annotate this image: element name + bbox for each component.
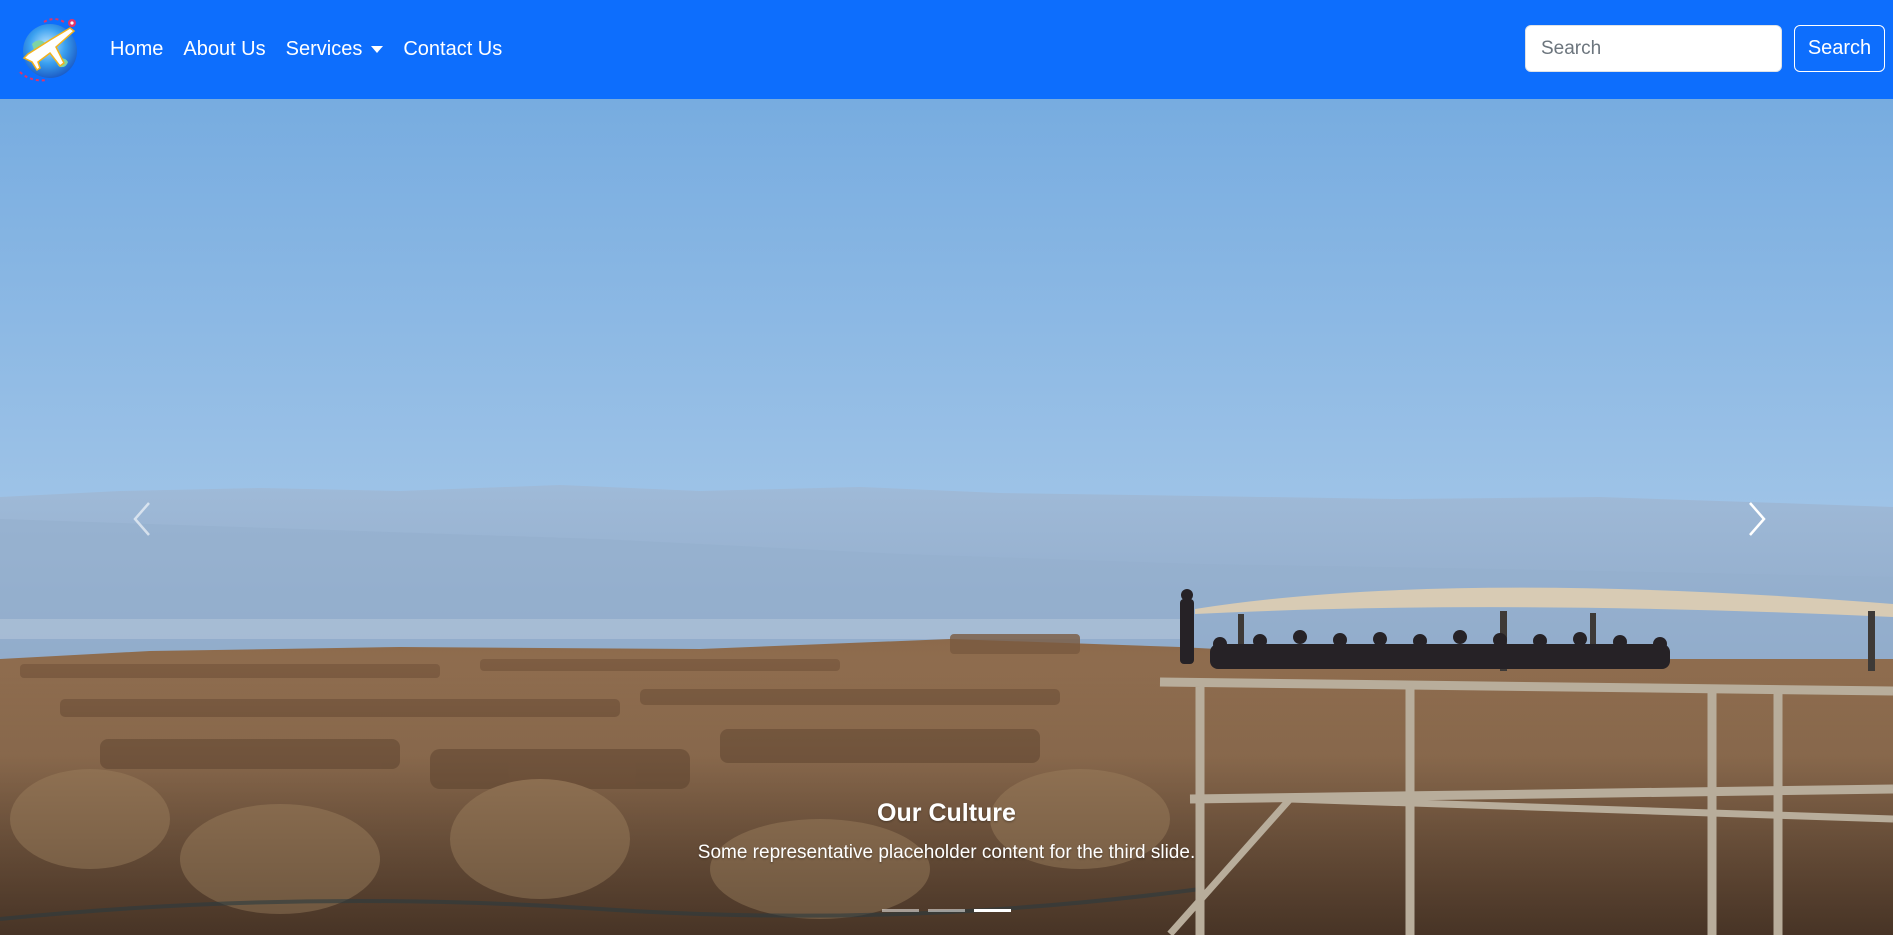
carousel-indicator-1[interactable]: [882, 905, 919, 915]
nav-link-label: About Us: [183, 38, 266, 60]
search-input[interactable]: [1525, 25, 1782, 72]
carousel-indicator-2[interactable]: [928, 905, 965, 915]
nav-link-contact-us[interactable]: Contact Us: [393, 38, 512, 61]
nav-link-about-us[interactable]: About Us: [173, 38, 275, 61]
carousel-prev-button[interactable]: [112, 479, 172, 559]
chevron-right-icon: [1749, 502, 1766, 536]
carousel-indicator-3[interactable]: [974, 905, 1011, 915]
nav-link-label: Home: [110, 38, 164, 60]
caret-down-icon: [371, 46, 384, 53]
nav-links: Home About Us Services Contact Us: [100, 0, 512, 99]
nav-dropdown-services[interactable]: Services: [276, 38, 394, 61]
nav-link-label: Services: [285, 38, 363, 60]
carousel-next-button[interactable]: [1727, 479, 1787, 559]
carousel-indicators: [0, 900, 1893, 920]
nav-link-label: Contact Us: [403, 38, 503, 60]
carousel-caption-text: Some representative placeholder content …: [697, 842, 1196, 863]
nav-link-home[interactable]: Home: [100, 38, 173, 61]
travel-globe-plane-icon[interactable]: [14, 14, 86, 84]
search-button[interactable]: Search: [1794, 25, 1885, 72]
carousel-caption-title: Our Culture: [877, 799, 1016, 827]
chevron-left-icon: [133, 502, 150, 536]
hero-carousel: Our Culture Some representative placehol…: [0, 99, 1893, 935]
navbar: Home About Us Services Contact Us Search: [0, 0, 1893, 99]
